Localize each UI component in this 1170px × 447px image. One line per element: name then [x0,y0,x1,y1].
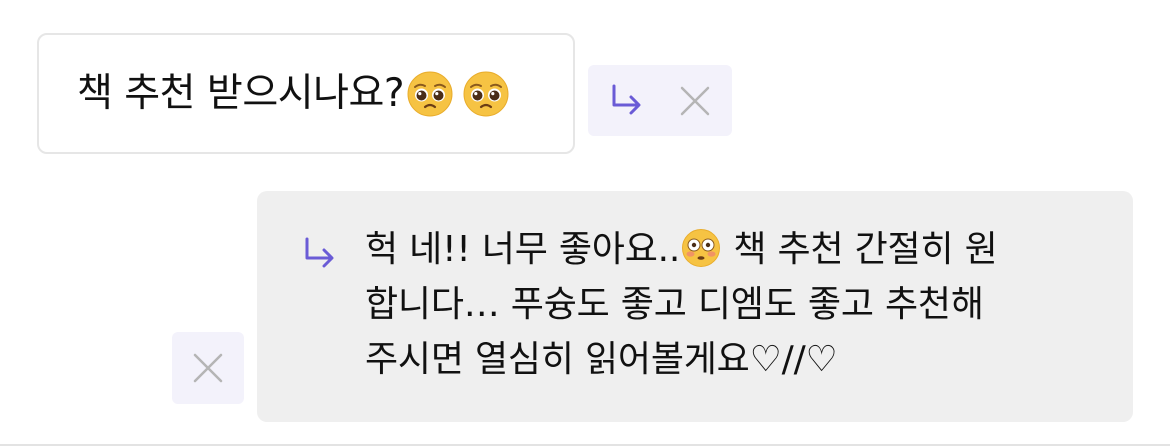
question-text-row: 책 추천 받으시나요? [77,70,510,118]
flushed-face-emoji [681,228,721,268]
pleading-face-emoji [406,70,454,118]
question-text: 책 추천 받으시나요? [77,71,405,116]
reply-arrow-icon [305,237,334,268]
answer-line-1: 헉 네!! 너무 좋아요.. 책 추천 간절히 원 [365,222,1115,277]
reply-arrow-icon[interactable] [610,83,644,119]
answer-line-1-part-2: 책 추천 간절히 원 [722,229,998,270]
close-icon[interactable] [192,352,224,384]
answer-bubble: 헉 네!! 너무 좋아요.. 책 추천 간절히 원 합니다… 푸슝도 좋고 디엠… [257,191,1133,422]
answer-line-1-part-1: 헉 네!! 너무 좋아요.. [365,229,681,270]
pleading-face-emoji [462,70,510,118]
close-icon[interactable] [679,85,711,117]
bottom-divider [0,444,1170,446]
answer-actions [172,332,244,404]
question-bubble: 책 추천 받으시나요? [37,33,575,154]
answer-line-3: 주시면 열심히 읽어볼게요♡//♡ [365,339,838,380]
question-actions [588,65,732,136]
answer-line-2: 합니다… 푸슝도 좋고 디엠도 좋고 추천해 [365,284,984,325]
answer-text: 헉 네!! 너무 좋아요.. 책 추천 간절히 원 합니다… 푸슝도 좋고 디엠… [365,222,1115,387]
